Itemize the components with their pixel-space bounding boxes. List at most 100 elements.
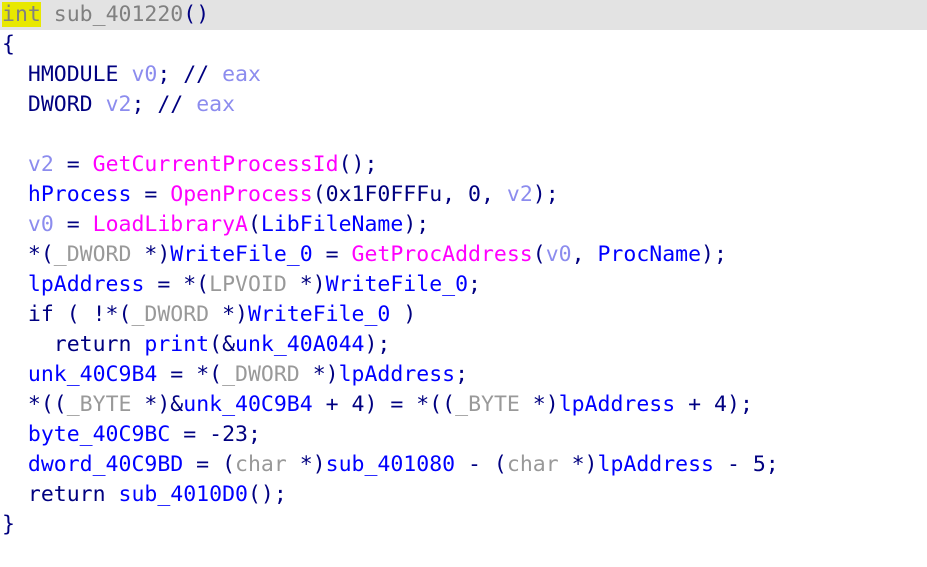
code-token[interactable]: GetCurrentProcessId <box>93 152 339 177</box>
code-token[interactable]: = <box>157 362 196 387</box>
code-token[interactable]: HMODULE <box>28 62 119 87</box>
code-token[interactable] <box>2 482 28 507</box>
code-token[interactable]: *(( <box>28 392 67 417</box>
code-token[interactable]: return <box>28 482 106 507</box>
code-line[interactable]: v0 = LoadLibraryA(LibFileName); <box>0 210 927 240</box>
code-token[interactable]: , <box>572 242 598 267</box>
code-token[interactable]: return <box>54 332 132 357</box>
code-token[interactable]: ; <box>455 362 468 387</box>
code-line[interactable]: return sub_4010D0(); <box>0 480 927 510</box>
code-line[interactable]: DWORD v2; // eax <box>0 90 927 120</box>
code-token[interactable]: ; <box>131 92 157 117</box>
code-token[interactable]: *) <box>287 272 326 297</box>
code-token[interactable]: ); <box>364 332 390 357</box>
code-token[interactable]: , <box>481 182 507 207</box>
code-token[interactable] <box>2 182 28 207</box>
code-line[interactable]: *((_BYTE *)&unk_40C9B4 + 4) = *((_BYTE *… <box>0 390 927 420</box>
code-token[interactable]: = ( <box>183 452 235 477</box>
code-token[interactable] <box>2 242 28 267</box>
code-token[interactable]: v2 <box>106 92 132 117</box>
code-token[interactable]: 0 <box>468 182 481 207</box>
code-line[interactable]: unk_40C9B4 = *(_DWORD *)lpAddress; <box>0 360 927 390</box>
code-token[interactable] <box>41 2 54 27</box>
code-token[interactable]: WriteFile_0 <box>326 272 468 297</box>
code-token[interactable] <box>106 482 119 507</box>
code-token[interactable] <box>131 332 144 357</box>
code-token[interactable]: , <box>442 182 468 207</box>
code-token[interactable]: unk_40C9B4 <box>28 362 157 387</box>
code-token[interactable] <box>2 272 28 297</box>
code-line[interactable]: hProcess = OpenProcess(0x1F0FFFu, 0, v2)… <box>0 180 927 210</box>
code-line[interactable]: return print(&unk_40A044); <box>0 330 927 360</box>
code-token[interactable]: *) <box>131 242 170 267</box>
code-token[interactable]: lpAddress <box>28 272 145 297</box>
code-token[interactable]: v2 <box>507 182 533 207</box>
code-token[interactable]: = <box>144 272 183 297</box>
code-token[interactable]: v0 <box>546 242 572 267</box>
code-token[interactable]: *( <box>28 242 54 267</box>
code-token[interactable]: ( !*( <box>54 302 132 327</box>
code-token[interactable]: *) <box>520 392 559 417</box>
code-token[interactable]: ) = <box>365 392 417 417</box>
code-token[interactable]: WriteFile_0 <box>248 302 390 327</box>
code-token[interactable]: ( <box>313 182 326 207</box>
code-token[interactable]: } <box>2 512 15 537</box>
code-line[interactable]: { <box>0 30 927 60</box>
code-token[interactable]: = <box>313 242 352 267</box>
code-token[interactable]: ; <box>157 62 183 87</box>
code-token[interactable]: lpAddress <box>598 452 715 477</box>
code-token[interactable]: if <box>28 302 54 327</box>
code-token[interactable]: ( <box>248 212 261 237</box>
code-token[interactable]: dword_40C9BD <box>28 452 183 477</box>
code-token[interactable]: *) <box>209 302 248 327</box>
code-token[interactable]: () <box>183 2 209 27</box>
code-token[interactable]: lpAddress <box>339 362 456 387</box>
code-token[interactable] <box>2 62 28 87</box>
code-token[interactable]: (); <box>339 152 378 177</box>
code-token[interactable]: = <box>131 182 170 207</box>
code-line[interactable]: int sub_401220() <box>0 0 927 30</box>
code-token[interactable]: byte_40C9BC <box>28 422 170 447</box>
code-token[interactable]: - ( <box>455 452 507 477</box>
code-line[interactable]: HMODULE v0; // eax <box>0 60 927 90</box>
code-token[interactable]: _BYTE <box>67 392 132 417</box>
code-token[interactable] <box>119 62 132 87</box>
code-token[interactable]: // <box>157 92 196 117</box>
code-token[interactable]: DWORD <box>28 92 93 117</box>
code-token[interactable] <box>2 152 28 177</box>
code-token[interactable]: sub_4010D0 <box>119 482 248 507</box>
code-token[interactable]: ; <box>248 422 261 447</box>
code-token[interactable]: int <box>2 2 41 27</box>
code-token[interactable]: - <box>714 452 753 477</box>
code-token[interactable]: (& <box>209 332 235 357</box>
code-token[interactable]: sub_401080 <box>326 452 455 477</box>
code-token[interactable]: *) <box>300 362 339 387</box>
code-token[interactable]: v2 <box>28 152 54 177</box>
code-token[interactable]: ( <box>533 242 546 267</box>
code-token[interactable]: v0 <box>28 212 54 237</box>
code-token[interactable]: ) <box>390 302 416 327</box>
code-token[interactable]: ); <box>727 392 753 417</box>
code-token[interactable]: 5 <box>753 452 766 477</box>
code-token[interactable]: *)& <box>131 392 183 417</box>
code-token[interactable]: = <box>54 212 93 237</box>
code-line[interactable]: dword_40C9BD = (char *)sub_401080 - (cha… <box>0 450 927 480</box>
code-token[interactable]: (); <box>248 482 287 507</box>
code-token[interactable]: ); <box>403 212 429 237</box>
code-line[interactable]: v2 = GetCurrentProcessId(); <box>0 150 927 180</box>
code-token[interactable]: _DWORD <box>131 302 209 327</box>
code-token[interactable]: = <box>54 152 93 177</box>
code-line[interactable]: } <box>0 510 927 540</box>
code-token[interactable]: v0 <box>131 62 157 87</box>
code-token[interactable]: ; <box>468 272 481 297</box>
code-token[interactable]: = <box>170 422 209 447</box>
code-token[interactable]: ; <box>766 452 779 477</box>
code-token[interactable]: *( <box>196 362 222 387</box>
code-token[interactable]: OpenProcess <box>170 182 312 207</box>
code-token[interactable] <box>2 212 28 237</box>
code-token[interactable]: 4 <box>352 392 365 417</box>
pseudocode-view[interactable]: int sub_401220(){ HMODULE v0; // eax DWO… <box>0 0 927 567</box>
code-token[interactable]: LPVOID <box>209 272 287 297</box>
code-token[interactable]: + <box>675 392 714 417</box>
code-token[interactable]: *) <box>559 452 598 477</box>
